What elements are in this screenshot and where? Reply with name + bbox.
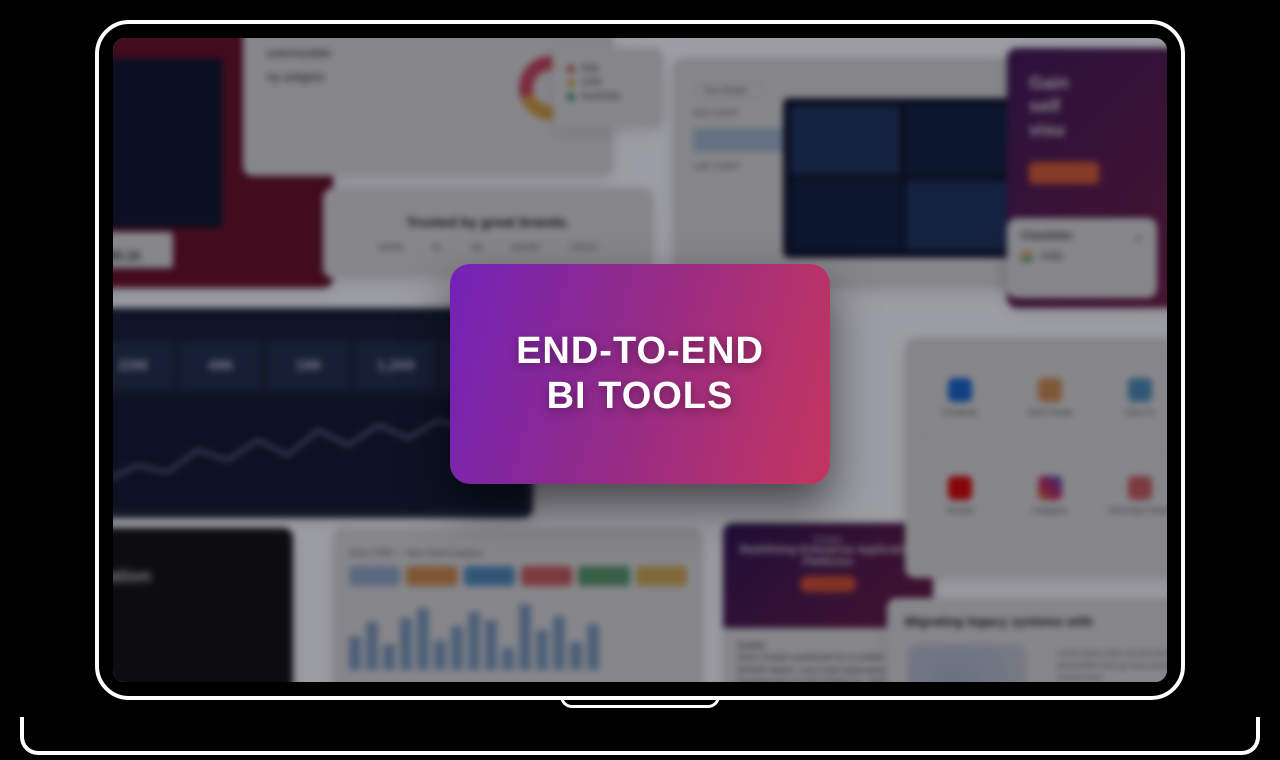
laptop-base — [20, 717, 1260, 755]
center-title-badge: END-TO-END BI TOOLS — [450, 264, 830, 484]
center-title-text: END-TO-END BI TOOLS — [516, 329, 764, 419]
laptop-notch — [560, 696, 720, 708]
